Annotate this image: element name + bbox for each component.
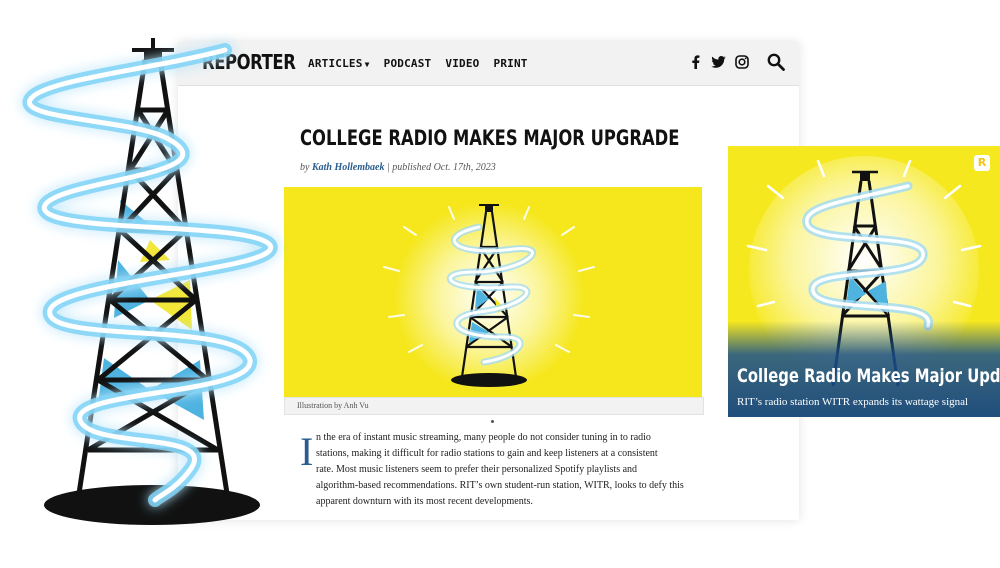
nav-video[interactable]: VIDEO xyxy=(445,57,479,70)
body-line: apparent downturn with its most recent d… xyxy=(316,496,533,507)
nav-podcast[interactable]: PODCAST xyxy=(384,57,432,70)
article-text: n the era of instant music streaming, ma… xyxy=(316,430,684,510)
body-line: algorithm-based recommendations. RIT’s o… xyxy=(316,480,684,491)
main-nav: ARTICLES ▼ PODCAST VIDEO PRINT xyxy=(308,57,528,70)
social-links xyxy=(688,54,749,69)
nav-articles[interactable]: ARTICLES ▼ xyxy=(308,57,370,70)
nav-print[interactable]: PRINT xyxy=(494,57,528,70)
tower-illustration xyxy=(0,0,290,563)
image-caption: Illustration by Anh Vu xyxy=(284,397,704,415)
byline-separator: | xyxy=(386,162,390,173)
author-link[interactable]: Kath Hollembaek xyxy=(312,162,385,173)
twitter-icon[interactable] xyxy=(711,54,726,69)
byline-prefix: by xyxy=(300,162,310,173)
article-byline: by Kath Hollembaek | published Oct. 17th… xyxy=(300,162,496,173)
search-icon[interactable] xyxy=(767,53,785,71)
carousel-dot xyxy=(491,420,494,423)
reporter-badge-icon: R xyxy=(974,155,990,171)
hero-illustration[interactable] xyxy=(284,187,702,397)
instagram-icon[interactable] xyxy=(734,54,749,69)
article-headline: COLLEGE RADIO MAKES MAJOR UPGRADE xyxy=(300,126,680,150)
card-title: College Radio Makes Major Update xyxy=(737,365,1000,387)
body-line: rate. Most music listeners seem to prefe… xyxy=(316,464,638,475)
facebook-icon[interactable] xyxy=(688,54,703,69)
social-card[interactable]: R College Radio Makes Major Update RIT’s… xyxy=(728,146,1000,417)
chevron-down-icon: ▼ xyxy=(364,60,370,69)
drop-cap: I xyxy=(300,429,314,474)
card-subtitle: RIT’s radio station WITR expands its wat… xyxy=(737,396,969,408)
publish-date: published Oct. 17th, 2023 xyxy=(392,162,496,173)
body-line: n the era of instant music streaming, ma… xyxy=(316,432,651,443)
body-line: stations, making it difficult for radio … xyxy=(316,448,658,459)
